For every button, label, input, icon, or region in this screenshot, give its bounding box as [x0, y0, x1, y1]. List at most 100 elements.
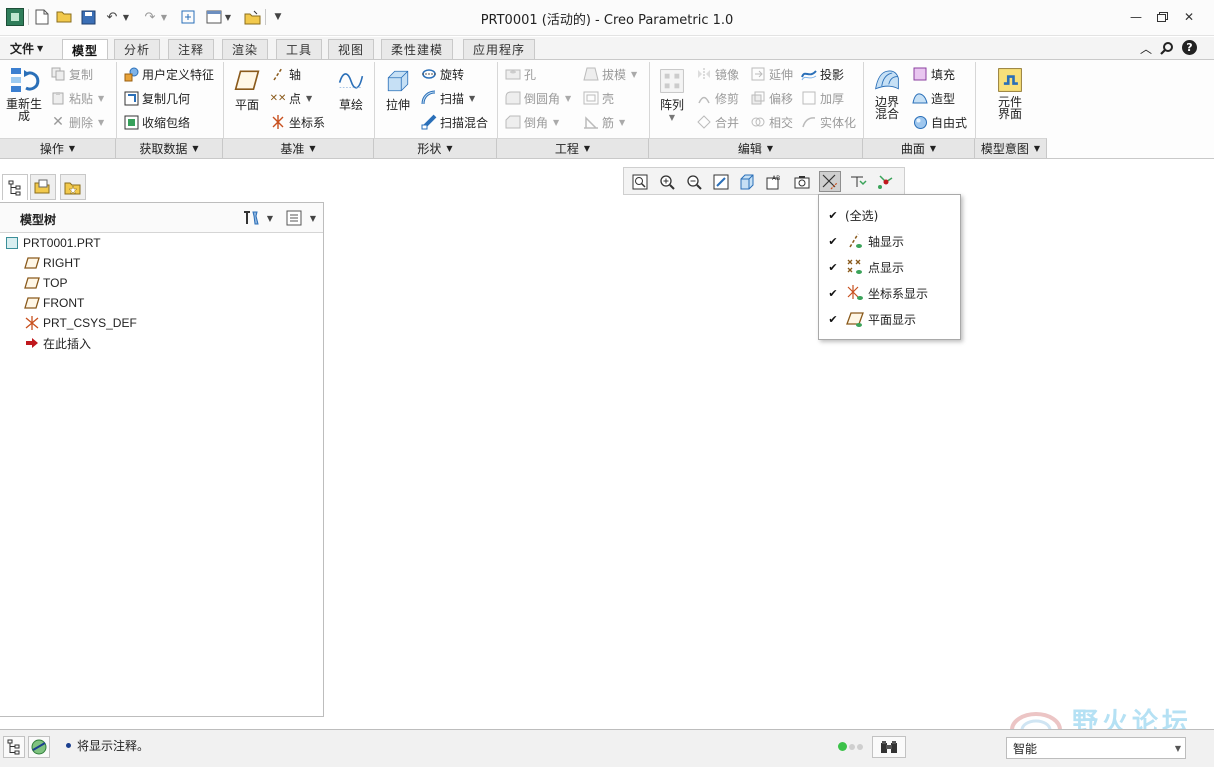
tree-item-part[interactable]: PRT0001.PRT	[4, 233, 101, 253]
paste-button[interactable]: 粘贴 ▼	[50, 88, 104, 108]
maximize-icon[interactable]	[1151, 8, 1173, 26]
tree-settings-icon[interactable]	[242, 209, 260, 227]
revolve-button[interactable]: 旋转	[421, 64, 464, 84]
datum-plane-button[interactable]: 平面	[230, 68, 264, 113]
folder-browser-tab[interactable]	[30, 174, 56, 200]
tab-view[interactable]: 视图	[328, 39, 375, 59]
repaint-icon[interactable]	[710, 171, 732, 192]
menu-item-csys-display[interactable]: ✔ 坐标系显示	[827, 283, 928, 303]
help-icon[interactable]: ?	[1182, 40, 1197, 55]
tab-annotate[interactable]: 注释	[168, 39, 215, 59]
fill-button[interactable]: 填充	[912, 64, 955, 84]
extrude-button[interactable]: 拉伸	[380, 68, 416, 113]
shell-button[interactable]: 壳	[583, 88, 614, 108]
spin-center-icon[interactable]	[875, 171, 897, 192]
tree-item-csys[interactable]: PRT_CSYS_DEF	[24, 313, 137, 333]
tab-flexible-modeling[interactable]: 柔性建模	[381, 39, 454, 59]
tab-render[interactable]: 渲染	[222, 39, 269, 59]
group-operations-footer[interactable]: 操作 ▼	[0, 138, 116, 158]
menu-item-point-display[interactable]: ✔ 点显示	[827, 257, 904, 277]
sketch-button[interactable]: 草绘	[334, 68, 368, 113]
chamfer-button[interactable]: 倒角 ▼	[505, 112, 559, 132]
hole-button[interactable]: 孔	[505, 64, 536, 84]
solidify-button[interactable]: 实体化	[801, 112, 856, 132]
checkbox-checked-icon[interactable]: ✔	[827, 287, 839, 300]
group-get-data-footer[interactable]: 获取数据 ▼	[116, 138, 223, 158]
tab-analysis[interactable]: 分析	[114, 39, 161, 59]
tab-applications[interactable]: 应用程序	[463, 39, 536, 59]
datum-csys-button[interactable]: 坐标系	[270, 112, 325, 132]
annotation-display-icon[interactable]	[847, 171, 869, 192]
pattern-button[interactable]: 阵列 ▼	[655, 68, 689, 122]
file-menu[interactable]: 文件 ▼	[4, 39, 49, 58]
tree-item-top[interactable]: TOP	[24, 273, 67, 293]
shrinkwrap-button[interactable]: 收缩包络	[123, 112, 190, 132]
view-manager-icon[interactable]	[791, 171, 813, 192]
checkbox-checked-icon[interactable]: ✔	[827, 313, 839, 326]
menu-item-select-all[interactable]: ✔ (全选)	[827, 205, 878, 225]
collapse-ribbon-icon[interactable]: ︿	[1136, 38, 1156, 58]
tab-tools[interactable]: 工具	[276, 39, 323, 59]
regenerate-button[interactable]: 重新生成	[4, 64, 44, 122]
freestyle-button[interactable]: 自由式	[912, 112, 967, 132]
tree-show-icon[interactable]	[285, 209, 303, 227]
delete-button[interactable]: ✕ 删除 ▼	[50, 112, 104, 132]
tree-item-insert-here[interactable]: 在此插入	[24, 333, 91, 353]
draft-button[interactable]: 拔模 ▼	[583, 64, 637, 84]
favorites-tab[interactable]	[60, 174, 86, 200]
extend-button[interactable]: 延伸	[750, 64, 793, 84]
merge-button[interactable]: 合并	[696, 112, 739, 132]
style-button[interactable]: 造型	[912, 88, 955, 108]
zoom-out-icon[interactable]	[683, 171, 705, 192]
thicken-label: 加厚	[820, 91, 845, 106]
chevron-down-icon[interactable]: ▼	[264, 209, 276, 227]
intersect-button[interactable]: 相交	[750, 112, 793, 132]
saved-views-icon[interactable]: AB	[764, 171, 786, 192]
trim-button[interactable]: 修剪	[696, 88, 739, 108]
sweep-button[interactable]: 扫描 ▼	[421, 88, 475, 108]
group-engineering-footer[interactable]: 工程 ▼	[497, 138, 649, 158]
menu-item-axis-display[interactable]: ✔ 轴显示	[827, 231, 904, 251]
zoom-in-icon[interactable]	[656, 171, 678, 192]
group-datum-footer[interactable]: 基准 ▼	[223, 138, 374, 158]
minimize-icon[interactable]: —	[1125, 8, 1147, 26]
copy-button[interactable]: 复制	[50, 64, 93, 84]
checkbox-checked-icon[interactable]: ✔	[827, 261, 839, 274]
copy-geometry-button[interactable]: 复制几何	[123, 88, 190, 108]
tree-item-right[interactable]: RIGHT	[24, 253, 80, 273]
refit-icon[interactable]	[629, 171, 651, 192]
project-button[interactable]: 投影	[801, 64, 844, 84]
tree-item-front[interactable]: FRONT	[24, 293, 84, 313]
group-surfaces-footer[interactable]: 曲面 ▼	[863, 138, 975, 158]
boundary-blend-button[interactable]: 边界混合	[868, 66, 906, 120]
group-shapes-footer[interactable]: 形状 ▼	[374, 138, 497, 158]
offset-button[interactable]: 偏移	[750, 88, 793, 108]
checkbox-checked-icon[interactable]: ✔	[827, 209, 839, 222]
mirror-button[interactable]: 镜像	[696, 64, 739, 84]
menu-item-plane-display[interactable]: ✔ 平面显示	[827, 309, 916, 329]
thicken-button[interactable]: 加厚	[801, 88, 844, 108]
component-interface-button[interactable]: 元件界面	[990, 66, 1030, 120]
checkbox-checked-icon[interactable]: ✔	[827, 235, 839, 248]
toggle-navigator-icon[interactable]	[3, 736, 25, 758]
round-button[interactable]: 倒圆角 ▼	[505, 88, 571, 108]
datum-display-filters-icon[interactable]	[819, 171, 841, 192]
udf-button[interactable]: 用户定义特征	[123, 64, 214, 84]
chevron-down-icon[interactable]: ▼	[307, 209, 319, 227]
find-icon[interactable]	[872, 736, 906, 758]
swept-blend-button[interactable]: 扫描混合	[421, 112, 488, 132]
model-tree-tab[interactable]	[2, 174, 28, 200]
ribbon: 重新生成 复制 粘贴 ▼ ✕ 删除 ▼ 用户定义特征 复制几何 收缩包络 平面 轴 …	[0, 59, 1214, 159]
display-style-icon[interactable]	[737, 171, 759, 192]
rib-button[interactable]: 筋 ▼	[583, 112, 625, 132]
group-editing-footer[interactable]: 编辑 ▼	[649, 138, 863, 158]
toggle-browser-icon[interactable]	[28, 736, 50, 758]
group-label: 编辑	[737, 142, 762, 156]
datum-point-button[interactable]: ✕✕ 点 ▼	[270, 88, 313, 108]
datum-axis-button[interactable]: 轴	[270, 64, 301, 84]
group-model-intent-footer[interactable]: 模型意图 ▼	[975, 138, 1047, 158]
tab-model[interactable]: 模型	[62, 39, 109, 60]
selection-filter-select[interactable]: 智能 ▼	[1006, 737, 1186, 759]
search-icon[interactable]	[1157, 38, 1177, 58]
close-icon[interactable]: ✕	[1178, 8, 1200, 26]
